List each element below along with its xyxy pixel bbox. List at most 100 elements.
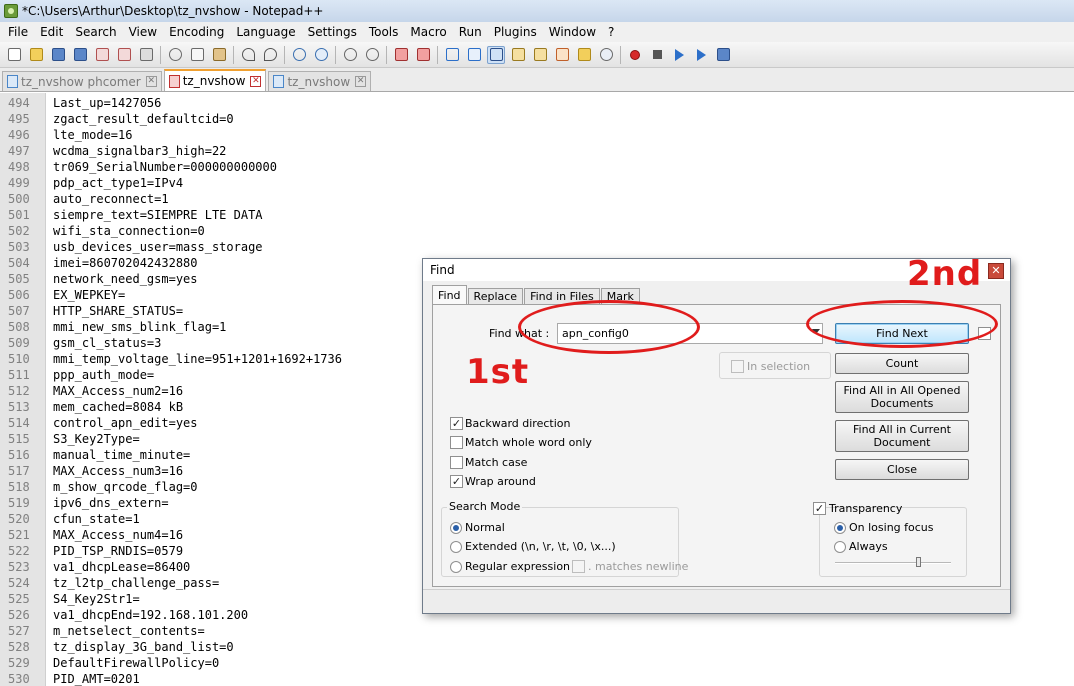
line-text: PID_TSP_RNDIS=0579 xyxy=(53,544,184,558)
always-radio[interactable] xyxy=(834,541,846,553)
line-number: 498 xyxy=(8,160,30,174)
menu-window[interactable]: Window xyxy=(543,25,602,39)
document-map-icon[interactable] xyxy=(531,46,549,64)
stop-recording-icon[interactable] xyxy=(648,46,666,64)
wrap-around-checkbox[interactable]: ✓ xyxy=(450,475,463,488)
code-line[interactable]: 496 lte_mode=16 xyxy=(0,127,1074,143)
new-file-icon[interactable] xyxy=(5,46,23,64)
transparency-checkbox[interactable]: ✓ xyxy=(813,502,826,515)
redo-icon[interactable] xyxy=(261,46,279,64)
extended-radio[interactable] xyxy=(450,541,462,553)
user-defined-language-icon[interactable] xyxy=(509,46,527,64)
close-icon[interactable]: ✕ xyxy=(145,76,157,87)
dialog-title: Find xyxy=(430,263,455,277)
tab-replace[interactable]: Replace xyxy=(467,288,524,305)
code-line[interactable]: 502 wifi_sta_connection=0 xyxy=(0,223,1074,239)
indent-guide-icon[interactable] xyxy=(487,45,505,64)
matches-newline-checkbox[interactable] xyxy=(572,560,585,573)
on-losing-focus-radio[interactable] xyxy=(834,522,846,534)
menu-view[interactable]: View xyxy=(123,25,163,39)
menu-file[interactable]: File xyxy=(2,25,34,39)
line-text: mmi_temp_voltage_line=951+1201+1692+1736 xyxy=(53,352,342,366)
copy-icon[interactable] xyxy=(188,46,206,64)
annotation-first: 1st xyxy=(466,352,530,392)
cut-icon[interactable] xyxy=(166,46,184,64)
folder-as-workspace-icon[interactable] xyxy=(575,46,593,64)
menu-macro[interactable]: Macro xyxy=(404,25,452,39)
close-icon[interactable]: ✕ xyxy=(355,76,367,87)
normal-radio[interactable] xyxy=(450,522,462,534)
close-all-icon[interactable] xyxy=(115,46,133,64)
tab-find[interactable]: Find xyxy=(432,285,467,305)
in-selection-checkbox[interactable] xyxy=(731,360,744,373)
paste-icon[interactable] xyxy=(210,46,228,64)
code-line[interactable]: 528 tz_display_3G_band_list=0 xyxy=(0,639,1074,655)
code-line[interactable]: 530 PID_AMT=0201 xyxy=(0,671,1074,686)
menu-run[interactable]: Run xyxy=(453,25,488,39)
find-icon[interactable] xyxy=(290,46,308,64)
code-line[interactable]: 529 DefaultFirewallPolicy=0 xyxy=(0,655,1074,671)
close-icon[interactable]: ✕ xyxy=(250,75,262,87)
menu-encoding[interactable]: Encoding xyxy=(163,25,230,39)
undo-icon[interactable] xyxy=(239,46,257,64)
line-number: 502 xyxy=(8,224,30,238)
code-line[interactable]: 503 usb_devices_user=mass_storage xyxy=(0,239,1074,255)
code-line[interactable]: 498 tr069_SerialNumber=000000000000 xyxy=(0,159,1074,175)
close-file-icon[interactable] xyxy=(93,46,111,64)
line-text: mem_cached=8084 kB xyxy=(53,400,184,414)
save-icon[interactable] xyxy=(49,46,67,64)
close-button[interactable]: Close xyxy=(835,459,969,480)
tab-tz-nvshow[interactable]: tz_nvshow ✕ xyxy=(268,71,372,91)
close-icon[interactable]: ✕ xyxy=(988,263,1004,279)
in-selection-label: In selection xyxy=(747,360,811,373)
find-all-current-button[interactable]: Find All in Current Document xyxy=(835,420,969,452)
zoom-out-icon[interactable] xyxy=(363,46,381,64)
menu-tools[interactable]: Tools xyxy=(363,25,405,39)
print-icon[interactable] xyxy=(137,46,155,64)
menu-settings[interactable]: Settings xyxy=(302,25,363,39)
line-number: 517 xyxy=(8,464,30,478)
tab-tz-nvshow-active[interactable]: tz_nvshow ✕ xyxy=(163,69,267,91)
code-line[interactable]: 500 auto_reconnect=1 xyxy=(0,191,1074,207)
line-text: m_show_qrcode_flag=0 xyxy=(53,480,198,494)
code-line[interactable]: 495 zgact_result_defaultcid=0 xyxy=(0,111,1074,127)
code-line[interactable]: 499 pdp_act_type1=IPv4 xyxy=(0,175,1074,191)
menu-plugins[interactable]: Plugins xyxy=(488,25,543,39)
transparency-slider[interactable] xyxy=(835,562,951,564)
run-macro-multiple-icon[interactable] xyxy=(692,46,710,64)
line-number: 525 xyxy=(8,592,30,606)
code-line[interactable]: 497 wcdma_signalbar3_high=22 xyxy=(0,143,1074,159)
save-macro-icon[interactable] xyxy=(714,46,732,64)
menu-help[interactable]: ? xyxy=(602,25,620,39)
playback-macro-icon[interactable] xyxy=(670,46,688,64)
line-text: HTTP_SHARE_STATUS= xyxy=(53,304,184,318)
replace-icon[interactable] xyxy=(312,46,330,64)
match-case-checkbox[interactable] xyxy=(450,456,463,469)
code-line[interactable]: 501 siempre_text=SIEMPRE LTE DATA xyxy=(0,207,1074,223)
menu-search[interactable]: Search xyxy=(69,25,122,39)
count-button[interactable]: Count xyxy=(835,353,969,374)
open-file-icon[interactable] xyxy=(27,46,45,64)
save-all-icon[interactable] xyxy=(71,46,89,64)
match-whole-word-checkbox[interactable] xyxy=(450,436,463,449)
monitoring-icon[interactable] xyxy=(597,46,615,64)
show-all-characters-icon[interactable] xyxy=(465,46,483,64)
tab-tz-nvshow-phcomer[interactable]: tz_nvshow phcomer ✕ xyxy=(2,71,162,91)
regex-radio[interactable] xyxy=(450,561,462,573)
word-wrap-icon[interactable] xyxy=(443,46,461,64)
menu-language[interactable]: Language xyxy=(230,25,301,39)
function-list-icon[interactable] xyxy=(553,46,571,64)
zoom-in-icon[interactable] xyxy=(341,46,359,64)
slider-thumb[interactable] xyxy=(916,557,921,567)
menu-edit[interactable]: Edit xyxy=(34,25,69,39)
backward-direction-checkbox[interactable]: ✓ xyxy=(450,417,463,430)
record-macro-icon[interactable] xyxy=(626,46,644,64)
line-number: 496 xyxy=(8,128,30,142)
find-all-opened-button[interactable]: Find All in All Opened Documents xyxy=(835,381,969,413)
sync-scroll-horizontal-icon[interactable] xyxy=(414,46,432,64)
sync-scroll-vertical-icon[interactable] xyxy=(392,46,410,64)
code-line[interactable]: 494 Last_up=1427056 xyxy=(0,95,1074,111)
line-number: 503 xyxy=(8,240,30,254)
line-number: 514 xyxy=(8,416,30,430)
code-line[interactable]: 527 m_netselect_contents= xyxy=(0,623,1074,639)
